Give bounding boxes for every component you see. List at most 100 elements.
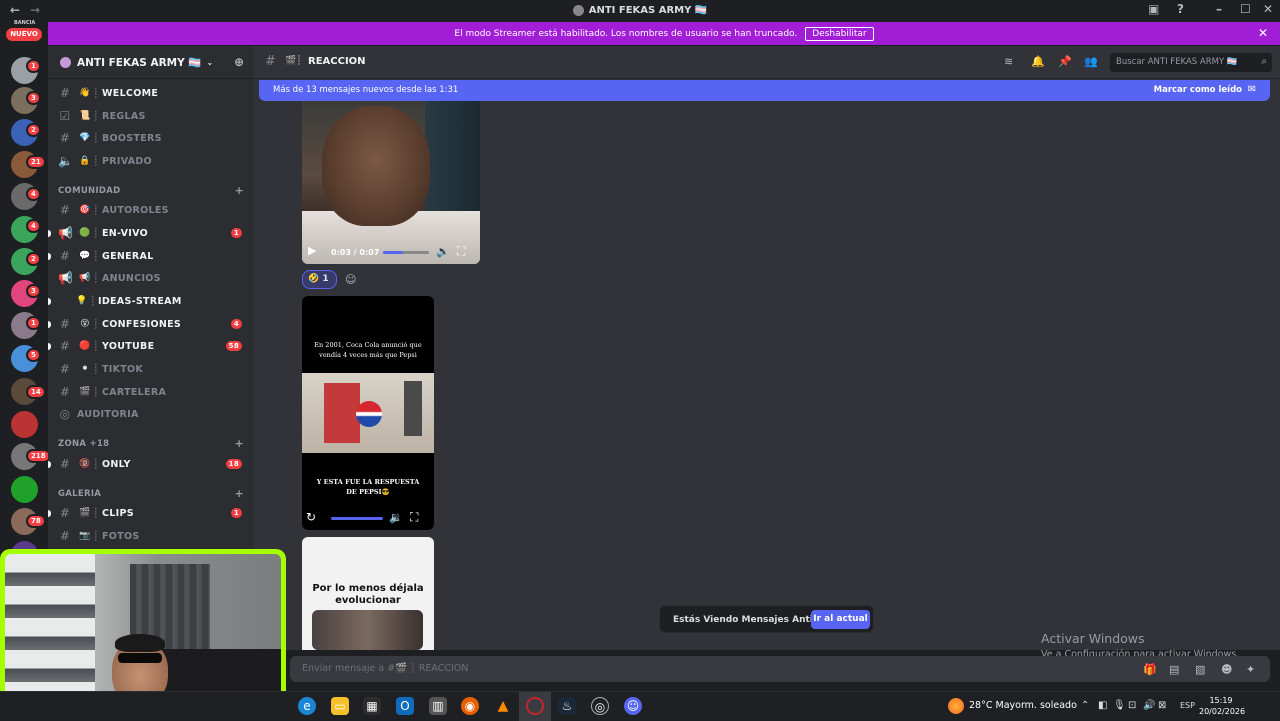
vlc-icon[interactable]: ▲ bbox=[494, 697, 512, 715]
language-indicator[interactable]: ESP bbox=[1180, 701, 1195, 710]
channel-cartelera[interactable]: # 🎬 ┊ CARTELERA bbox=[48, 382, 254, 402]
chevron-up-icon[interactable]: ⌃ bbox=[1081, 700, 1089, 711]
clock-time: 15:19 bbox=[1209, 696, 1233, 705]
create-channel-icon[interactable]: + bbox=[234, 487, 244, 500]
channel-auditoria[interactable]: ◎ AUDITORIA bbox=[48, 404, 254, 424]
app-icon[interactable]: ▥ bbox=[429, 697, 447, 715]
unread-indicator bbox=[48, 229, 51, 237]
video-progress-bar[interactable] bbox=[331, 517, 383, 520]
channel-welcome[interactable]: # 👋 ┊ WELCOME bbox=[48, 83, 254, 103]
emoji-icon[interactable]: ☻ bbox=[1221, 663, 1232, 676]
replay-icon[interactable]: ↻ bbox=[306, 510, 316, 524]
discord-icon[interactable]: ☺ bbox=[624, 697, 642, 715]
minimize-icon[interactable]: – bbox=[1216, 2, 1222, 16]
channel-ideas-stream[interactable]: 💡 ┊ IDEAS-STREAM bbox=[48, 291, 254, 311]
message-input[interactable]: Enviar mensaje a #🎬 ┊ REACCION 🎁 ▤ ▧ ☻ ✦ bbox=[290, 656, 1270, 682]
channel-privado[interactable]: 🔈 🔒 ┊ PRIVADO bbox=[48, 151, 254, 171]
new-messages-bar[interactable]: Más de 13 mensajes nuevos desde las 1:31… bbox=[259, 80, 1270, 101]
volume-icon[interactable]: 🔉 bbox=[389, 511, 403, 524]
camera-icon[interactable]: ⊡ bbox=[1128, 700, 1136, 711]
search-input[interactable]: Buscar ANTI FEKAS ARMY 🏳️‍⚧️ ⌕ bbox=[1110, 53, 1272, 72]
channel-name: CLIPS bbox=[102, 507, 134, 519]
video-image bbox=[312, 610, 423, 650]
channel-general[interactable]: # 💬 ┊ GENERAL bbox=[48, 246, 254, 266]
steam-icon[interactable]: ♨ bbox=[558, 697, 576, 715]
channel-boosters[interactable]: # 💎 ┊ BOOSTERS bbox=[48, 128, 254, 148]
channel-emoji: ⚫ bbox=[81, 364, 89, 374]
back-arrow-icon[interactable]: ← bbox=[10, 3, 20, 17]
create-channel-icon[interactable]: + bbox=[234, 437, 244, 450]
category-header[interactable]: COMUNIDAD + bbox=[58, 184, 244, 197]
network-icon[interactable]: ⊠ bbox=[1158, 700, 1166, 711]
bell-icon[interactable]: 🔔 bbox=[1031, 55, 1045, 68]
close-banner-icon[interactable]: ✕ bbox=[1258, 26, 1268, 40]
mark-as-read-button[interactable]: Marcar como leído bbox=[1154, 85, 1242, 95]
speaker-icon[interactable]: 🔊 bbox=[1143, 700, 1155, 711]
fullscreen-icon[interactable]: ⛶ bbox=[410, 510, 418, 525]
threads-icon[interactable]: ≋ bbox=[1004, 55, 1013, 68]
maximize-icon[interactable]: ☐ bbox=[1240, 2, 1251, 16]
server-icon[interactable] bbox=[11, 476, 38, 503]
video-attachment[interactable]: Por lo menos déjala evolucionar bbox=[302, 537, 434, 650]
server-header[interactable]: ANTI FEKAS ARMY 🏳️‍⚧️ ⌄ ⊕ bbox=[48, 46, 254, 79]
video-attachment[interactable]: En 2001, Coca Cola anunció que vendía 4 … bbox=[302, 296, 434, 530]
channel-autoroles[interactable]: # 🎯 ┊ AUTOROLES bbox=[48, 200, 254, 220]
add-reaction-icon[interactable]: ☺ bbox=[345, 273, 356, 286]
channel-only[interactable]: # 🔞 ┊ ONLY 18 bbox=[48, 454, 254, 474]
channel-emoji: 🔒 bbox=[79, 156, 91, 166]
channel-clips[interactable]: # 🎬 ┊ CLIPS 1 bbox=[48, 503, 254, 523]
invite-icon[interactable]: ⊕ bbox=[234, 55, 244, 69]
server-mention-badge: 5 bbox=[26, 348, 41, 362]
channel-name: ONLY bbox=[102, 458, 131, 470]
channel-name: FOTOS bbox=[102, 530, 140, 542]
channel-confesiones[interactable]: # 😵 ┊ CONFESIONES 4 bbox=[48, 314, 254, 334]
inbox-icon[interactable]: ▣ bbox=[1148, 2, 1159, 16]
new-badge[interactable]: NUEVO bbox=[6, 28, 42, 41]
members-icon[interactable]: 👥 bbox=[1084, 55, 1098, 68]
file-explorer-icon[interactable]: ▭ bbox=[331, 697, 349, 715]
volume-icon[interactable]: 🔉 bbox=[436, 245, 450, 258]
chevron-down-icon: ⌄ bbox=[206, 57, 214, 67]
category-header[interactable]: GALERIA + bbox=[58, 487, 244, 500]
forward-arrow-icon[interactable]: → bbox=[30, 3, 40, 17]
channel-en-vivo[interactable]: 📢 🟢 ┊ EN-VIVO 1 bbox=[48, 223, 254, 243]
obs-icon[interactable]: ◎ bbox=[591, 697, 609, 715]
microphone-icon[interactable]: 🎙 bbox=[1113, 700, 1126, 711]
close-window-icon[interactable]: ✕ bbox=[1263, 2, 1273, 16]
video-attachment[interactable]: ▶ 0:03 / 0:07 🔉 ⛶ bbox=[302, 101, 480, 264]
channel-reglas[interactable]: ☑ 📜 ┊ REGLAS bbox=[48, 106, 254, 126]
category-header[interactable]: ZONA +18 + bbox=[58, 437, 244, 450]
jump-to-present-button[interactable]: Ir al actual bbox=[811, 610, 870, 629]
fullscreen-icon[interactable]: ⛶ bbox=[457, 244, 465, 259]
gift-icon[interactable]: 🎁 bbox=[1143, 663, 1157, 676]
disable-streamer-button[interactable]: Deshabilitar bbox=[805, 26, 874, 41]
video-progress-bar[interactable] bbox=[383, 251, 429, 254]
help-icon[interactable]: ? bbox=[1177, 2, 1184, 16]
channel-fotos[interactable]: # 📷 ┊ FOTOS bbox=[48, 526, 254, 546]
apps-icon[interactable]: ✦ bbox=[1246, 663, 1255, 676]
channel-type-icon: ☑ bbox=[59, 109, 71, 123]
server-icon[interactable] bbox=[11, 411, 38, 438]
channel-youtube[interactable]: # 🔴 ┊ YOUTUBE 58 bbox=[48, 336, 254, 356]
gif-icon[interactable]: ▤ bbox=[1169, 663, 1179, 676]
reaction-chip[interactable]: 🤣 1 bbox=[302, 270, 337, 289]
edge-icon[interactable]: e bbox=[298, 697, 316, 715]
tray-app-icon[interactable]: ◧ bbox=[1098, 700, 1107, 711]
channel-tiktok[interactable]: # ⚫ ┊ TIKTOK bbox=[48, 359, 254, 379]
create-channel-icon[interactable]: + bbox=[234, 184, 244, 197]
firefox-icon[interactable]: ◉ bbox=[461, 697, 479, 715]
title-bar: ← → ANTI FEKAS ARMY 🏳️‍⚧️ ▣ ? – ☐ ✕ bbox=[0, 0, 1280, 21]
channel-anuncios[interactable]: 📢 📢 ┊ ANUNCIOS bbox=[48, 268, 254, 288]
channel-emoji: 🟢 bbox=[79, 228, 91, 238]
store-icon[interactable]: ▦ bbox=[363, 697, 381, 715]
weather-text[interactable]: 28°C Mayorm. soleado bbox=[969, 700, 1077, 711]
pin-icon[interactable]: 📌 bbox=[1058, 55, 1072, 68]
play-icon[interactable]: ▶ bbox=[308, 244, 316, 257]
clock[interactable]: 15:19 20/02/2026 bbox=[1199, 695, 1245, 717]
sticker-icon[interactable]: ▧ bbox=[1195, 663, 1205, 676]
outlook-icon[interactable]: O bbox=[396, 697, 414, 715]
new-messages-text: Más de 13 mensajes nuevos desde las 1:31 bbox=[273, 85, 459, 95]
channel-name: TIKTOK bbox=[102, 363, 144, 375]
hash-icon: # bbox=[265, 54, 276, 69]
opera-icon[interactable] bbox=[526, 697, 544, 715]
